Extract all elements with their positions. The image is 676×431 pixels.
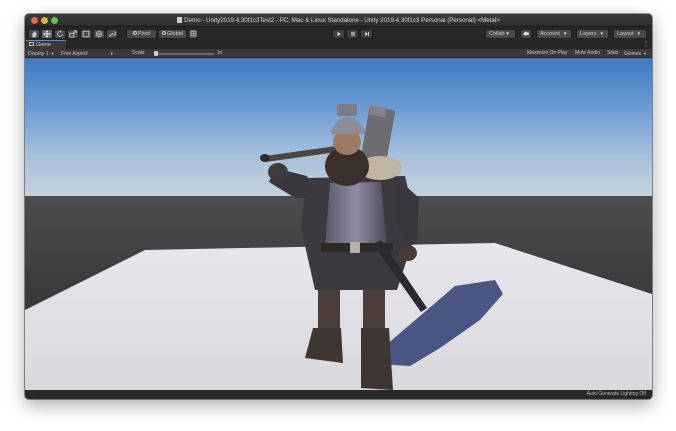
play-button[interactable] xyxy=(332,28,345,39)
hand-tool-button[interactable] xyxy=(28,28,40,39)
account-label: Account xyxy=(540,30,560,37)
main-toolbar: Pivot Global Collab ▾ Account▼ Layers▼ xyxy=(25,27,652,40)
hand-icon xyxy=(32,30,37,37)
snap-button[interactable] xyxy=(188,28,198,39)
globe-icon xyxy=(162,30,167,35)
view-tab-bar: Game ⋮ xyxy=(25,40,652,49)
maximize-on-play-toggle[interactable]: Maximize On Play xyxy=(527,49,567,58)
rect-tool-button[interactable] xyxy=(80,28,92,39)
pivot-icon xyxy=(132,30,137,35)
caret-down-icon: ▼ xyxy=(636,30,641,36)
pivot-toggle[interactable]: Pivot xyxy=(126,28,157,39)
window-title-wrap: Demo - Unity2019.4.30f1c3Test2 - PC, Mac… xyxy=(25,15,652,26)
torso-armor xyxy=(325,182,387,251)
move-icon xyxy=(43,29,51,38)
scale-slider[interactable] xyxy=(154,51,214,56)
pause-button[interactable] xyxy=(346,28,359,39)
helmet xyxy=(331,117,365,134)
right-leg xyxy=(363,283,385,335)
account-dropdown[interactable]: Account ▼ xyxy=(536,28,572,39)
pivot-label: Pivot xyxy=(137,30,151,37)
status-text: Auto Generate Lighting Off xyxy=(586,391,646,397)
rect-icon xyxy=(82,30,90,37)
caret-down-icon: ▼ xyxy=(50,51,55,56)
scene-render xyxy=(25,104,652,390)
aspect-label: Free Aspect xyxy=(61,51,88,57)
window-title: Demo - Unity2019.4.30f1c3Test2 - PC, Mac… xyxy=(184,17,500,24)
cloud-icon xyxy=(523,31,529,36)
right-boot xyxy=(361,328,393,390)
scale-tool-button[interactable] xyxy=(67,28,79,39)
global-toggle[interactable]: Global xyxy=(158,28,187,39)
tab-menu-icon[interactable]: ⋮ xyxy=(643,41,649,48)
tab-game-label: Game xyxy=(36,42,51,48)
custom-tool-button[interactable] xyxy=(106,28,118,39)
game-view-icon xyxy=(29,42,34,46)
grid-snap-icon xyxy=(190,30,196,37)
stats-toggle[interactable]: Stats xyxy=(607,49,618,58)
right-hand xyxy=(399,245,417,261)
document-icon xyxy=(177,17,183,23)
global-label: Global xyxy=(167,30,183,37)
wrench-icon xyxy=(109,31,117,37)
game-viewport[interactable] xyxy=(25,58,652,390)
pause-icon xyxy=(351,31,354,36)
layers-label: Layers xyxy=(580,30,597,37)
rotate-tool-button[interactable] xyxy=(54,28,66,39)
step-icon xyxy=(364,31,369,36)
display-label: Display 1 xyxy=(28,51,49,57)
title-bar: Demo - Unity2019.4.30f1c3Test2 - PC, Mac… xyxy=(25,14,652,27)
collab-label: Collab ▾ xyxy=(489,30,509,37)
status-bar: Auto Generate Lighting Off xyxy=(25,390,652,399)
scale-icon xyxy=(69,29,77,38)
move-tool-button[interactable] xyxy=(41,28,53,39)
mute-audio-toggle[interactable]: Mute Audio xyxy=(575,49,600,58)
play-icon xyxy=(337,31,341,36)
scale-slider-thumb[interactable] xyxy=(154,51,158,56)
layout-label: Layout xyxy=(617,30,634,37)
caret-down-icon: ▼ xyxy=(642,51,647,56)
caret-down-icon: ▼ xyxy=(109,51,114,56)
gizmos-label: Gizmos xyxy=(624,51,641,57)
caret-down-icon: ▼ xyxy=(562,30,568,36)
step-button[interactable] xyxy=(360,28,373,39)
cloud-button[interactable] xyxy=(520,28,532,39)
unity-editor-window: Demo - Unity2019.4.30f1c3Test2 - PC, Mac… xyxy=(25,14,652,399)
left-hand xyxy=(268,163,288,181)
left-leg xyxy=(318,283,340,335)
transform-icon xyxy=(95,30,103,37)
transform-tool-button[interactable] xyxy=(93,28,105,39)
tab-game[interactable]: Game xyxy=(26,40,66,49)
scale-label: Scale xyxy=(132,50,145,56)
scale-value: 1x xyxy=(217,50,223,56)
collab-dropdown[interactable]: Collab ▾ xyxy=(485,28,516,39)
layout-dropdown[interactable]: Layout ▼ xyxy=(613,28,647,39)
caret-down-icon: ▼ xyxy=(599,30,604,36)
game-view-controls: Display 1 ▼ Free Aspect ▼ Scale 1x Maximiz… xyxy=(25,49,652,58)
layers-dropdown[interactable]: Layers ▼ xyxy=(576,28,609,39)
rotate-icon xyxy=(57,29,63,37)
